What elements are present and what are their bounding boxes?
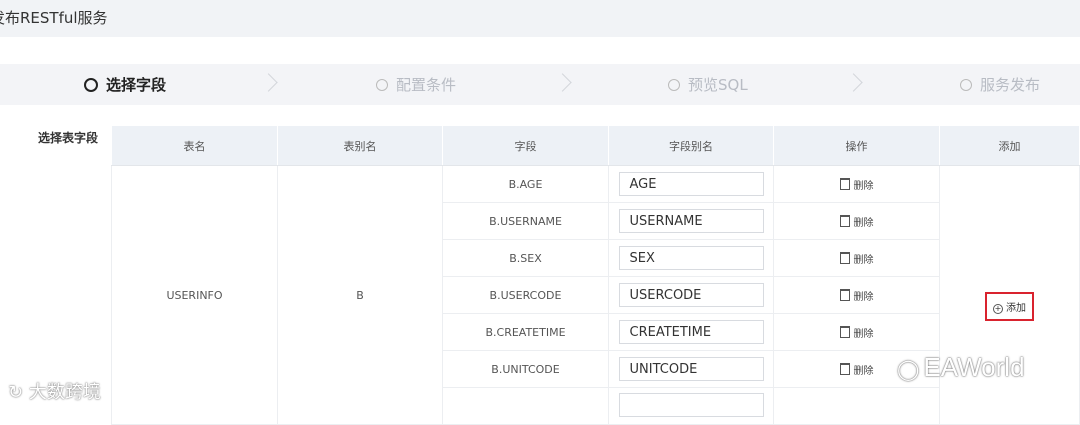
- watermark-right: ◯ EAWorld: [897, 352, 1025, 383]
- chevron-right-icon: [259, 73, 278, 92]
- step-circle-icon: [84, 77, 98, 92]
- action-cell: 删除: [773, 202, 940, 240]
- header-table-alias: 表别名: [277, 125, 443, 166]
- field-cell: B.CREATETIME: [442, 313, 609, 351]
- section-label: 选择表字段: [38, 131, 99, 145]
- step-select-fields[interactable]: 选择字段: [84, 64, 166, 105]
- action-cell: 删除: [773, 276, 940, 314]
- field-cell: B.UNITCODE: [442, 350, 609, 388]
- delete-button[interactable]: 删除: [839, 288, 874, 303]
- header-action: 操作: [773, 125, 940, 166]
- watermark-right-text: EAWorld: [923, 352, 1025, 382]
- alias-cell: CREATETIME: [608, 313, 774, 351]
- delete-label: 删除: [853, 365, 874, 377]
- watermark-logo-icon: ↻: [8, 382, 24, 403]
- step-label: 服务发布: [980, 76, 1041, 94]
- field-cell: [442, 387, 609, 425]
- trash-icon: [839, 362, 850, 375]
- delete-button[interactable]: 删除: [839, 214, 874, 229]
- delete-label: 删除: [853, 254, 874, 266]
- action-cell: 删除: [773, 313, 940, 351]
- wechat-icon: ◯: [897, 359, 920, 381]
- watermark-left-text: 大数跨境: [28, 382, 101, 403]
- chevron-right-icon: [844, 73, 863, 92]
- wizard-steps: 选择字段 配置条件 预览SQL 服务发布: [0, 64, 1080, 105]
- alias-input[interactable]: USERCODE: [618, 283, 764, 307]
- step-label: 预览SQL: [688, 76, 748, 94]
- delete-button[interactable]: 删除: [839, 362, 874, 377]
- alias-cell: AGE: [608, 165, 774, 203]
- alias-cell: USERCODE: [608, 276, 774, 314]
- alias-cell: SEX: [608, 239, 774, 277]
- delete-label: 删除: [853, 217, 874, 229]
- trash-icon: [839, 288, 850, 301]
- page-title: 发布RESTful服务: [0, 9, 108, 27]
- alias-input[interactable]: UNITCODE: [618, 357, 764, 381]
- field-cell: B.USERNAME: [442, 202, 609, 240]
- table-row: USERINFO B B.AGE AGE 删除 + 添加: [111, 165, 1080, 425]
- chevron-right-icon: [553, 73, 572, 92]
- header-add: 添加: [939, 125, 1080, 166]
- field-cell: B.AGE: [442, 165, 609, 203]
- step-circle-icon: [376, 78, 388, 91]
- alias-input[interactable]: SEX: [618, 246, 764, 270]
- field-cell: B.SEX: [442, 239, 609, 277]
- delete-label: 删除: [853, 180, 874, 192]
- delete-button[interactable]: 删除: [839, 177, 874, 192]
- trash-icon: [839, 251, 850, 264]
- alias-input[interactable]: USERNAME: [618, 209, 764, 233]
- trash-icon: [839, 325, 850, 338]
- step-publish-service[interactable]: 服务发布: [960, 64, 1040, 105]
- action-cell: 删除: [773, 165, 940, 203]
- add-cell: + 添加: [939, 165, 1080, 425]
- alias-cell: USERNAME: [608, 202, 774, 240]
- step-label: 选择字段: [106, 76, 167, 94]
- delete-label: 删除: [853, 291, 874, 303]
- delete-button[interactable]: 删除: [839, 325, 874, 340]
- action-cell: [773, 387, 940, 425]
- table-header-row: 表名 表别名 字段 字段别名 操作 添加: [111, 125, 1080, 166]
- step-label: 配置条件: [396, 76, 457, 94]
- alias-input[interactable]: [618, 392, 764, 417]
- watermark-left: ↻ 大数跨境: [8, 378, 101, 404]
- header-table-name: 表名: [111, 125, 278, 166]
- delete-button[interactable]: 删除: [839, 251, 874, 266]
- trash-icon: [839, 177, 850, 190]
- delete-label: 删除: [853, 328, 874, 340]
- add-label: 添加: [1006, 302, 1026, 314]
- trash-icon: [839, 214, 850, 227]
- table-name-cell: USERINFO: [111, 165, 278, 425]
- alias-cell: [608, 387, 774, 425]
- step-circle-icon: [668, 78, 680, 91]
- header-field: 字段: [442, 125, 609, 166]
- plus-circle-icon: +: [993, 303, 1003, 314]
- field-cell: B.USERCODE: [442, 276, 609, 314]
- step-circle-icon: [960, 78, 972, 91]
- step-preview-sql[interactable]: 预览SQL: [668, 64, 748, 105]
- alias-input[interactable]: CREATETIME: [618, 320, 764, 344]
- add-button[interactable]: + 添加: [985, 291, 1034, 321]
- table-alias-cell: B: [277, 165, 443, 425]
- step-config-conditions[interactable]: 配置条件: [376, 64, 456, 105]
- header-field-alias: 字段别名: [608, 125, 774, 166]
- title-bar: 发布RESTful服务: [0, 0, 1080, 37]
- alias-input[interactable]: AGE: [618, 172, 764, 196]
- alias-cell: UNITCODE: [608, 350, 774, 388]
- action-cell: 删除: [773, 239, 940, 277]
